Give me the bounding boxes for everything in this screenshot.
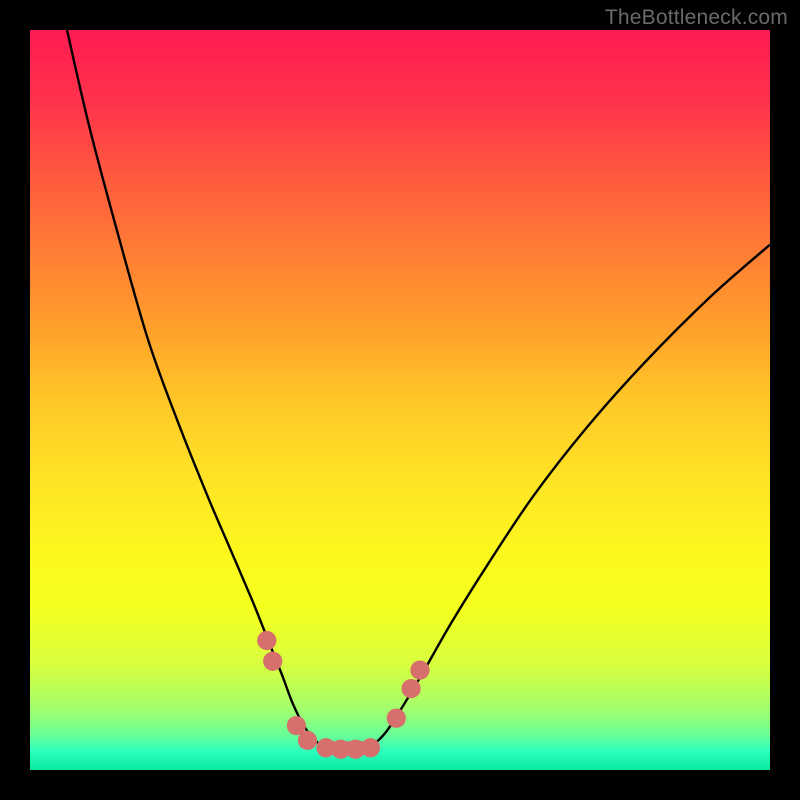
marker-point [298,731,317,750]
marker-point [410,660,429,679]
plot-area [30,30,770,770]
gradient-background [30,30,770,770]
marker-point [263,652,282,671]
marker-point [401,679,420,698]
marker-point [257,631,276,650]
marker-point [387,709,406,728]
chart-frame: TheBottleneck.com [0,0,800,800]
marker-point [361,738,380,757]
watermark-text: TheBottleneck.com [605,6,788,30]
bottleneck-chart [30,30,770,770]
